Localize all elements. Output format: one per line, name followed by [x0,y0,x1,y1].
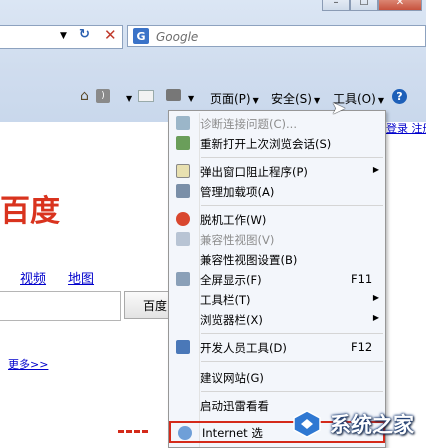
fullscreen-icon [176,272,190,286]
baidu-logo: 百度 [0,194,60,229]
google-icon[interactable]: G [133,28,149,44]
watermark-text: 系统之家 [330,413,414,437]
address-dropdown-icon[interactable]: ▼ [60,31,67,41]
map-link[interactable]: 地图 [68,268,94,287]
menu-item-label: 工具栏(T) [200,293,251,307]
compat-view-icon [176,232,190,246]
addons-icon [176,184,190,198]
menu-item-compat-settings[interactable]: 兼容性视图设置(B) [169,249,385,269]
close-button[interactable]: ✕ [378,0,422,11]
submenu-arrow-icon: ▶ [372,165,379,174]
menu-item-reopen-session[interactable]: 重新打开上次浏览会话(S) [169,133,385,153]
menu-item-label: 兼容性视图(V) [200,233,275,247]
submenu-arrow-icon: ▶ [372,293,379,302]
menu-item-label: 重新打开上次浏览会话(S) [200,137,332,151]
menu-item-diagnose[interactable]: 诊断连接问题(C)... [169,113,385,133]
menu-separator [201,157,383,158]
menu-item-manage-addons[interactable]: 管理加载项(A) [169,181,385,201]
maximize-button[interactable]: ☐ [350,0,378,11]
menu-item-label: 弹出窗口阻止程序(P) [200,165,308,179]
refresh-icon[interactable]: ↻ [79,27,90,42]
window-controls: – ☐ ✕ [322,0,422,11]
work-offline-icon [176,212,190,226]
menu-item-label: 全屏显示(F) [200,273,262,287]
menu-item-compat-view[interactable]: 兼容性视图(V) [169,229,385,249]
highlight-arrow-marker [118,430,148,433]
home-icon[interactable]: ⌂ [80,88,89,104]
feeds-icon[interactable]: ) [96,89,110,103]
page-menu-button[interactable]: 页面(P) ▼ [210,90,259,107]
popup-blocker-icon [176,164,190,178]
menu-separator [201,205,383,206]
menu-item-label: 开发人员工具(D) [200,341,287,355]
more-link[interactable]: 更多>> [8,356,48,372]
submenu-arrow-icon: ▶ [372,313,379,322]
baidu-search-button[interactable]: 百度 [124,291,172,319]
watermark: 系统之家 [240,400,426,448]
mouse-cursor-icon: ➤ [331,98,347,119]
stop-icon[interactable]: ✕ [104,26,117,44]
feeds-dropdown-icon[interactable]: ▼ [124,90,132,104]
tools-dropdown-menu: 诊断连接问题(C)... 重新打开上次浏览会话(S) 弹出窗口阻止程序(P) ▶… [168,110,386,448]
menu-item-work-offline[interactable]: 脱机工作(W) [169,209,385,229]
menu-item-developer-tools[interactable]: 开发人员工具(D) F12 [169,337,385,357]
menu-item-label: 脱机工作(W) [200,213,267,227]
menu-item-popup-blocker[interactable]: 弹出窗口阻止程序(P) ▶ [169,161,385,181]
search-placeholder: Google [156,30,199,44]
mail-icon[interactable] [138,90,154,102]
menu-item-label: 兼容性视图设置(B) [200,253,298,267]
print-icon[interactable] [166,89,181,101]
menu-item-label: 诊断连接问题(C)... [200,117,297,131]
watermark-logo-icon [292,409,322,439]
menu-separator [201,361,383,362]
safety-menu-button[interactable]: 安全(S) ▼ [271,90,320,107]
login-register-links[interactable]: 登录 注册 [386,120,426,136]
minimize-button[interactable]: – [322,0,350,11]
menu-item-label: 建议网站(G) [200,371,264,385]
menu-item-explorer-bars[interactable]: 浏览器栏(X) ▶ [169,309,385,329]
menu-item-toolbars[interactable]: 工具栏(T) ▶ [169,289,385,309]
menu-item-suggested-sites[interactable]: 建议网站(G) [169,367,385,387]
network-diagnose-icon [176,116,190,130]
reopen-session-icon [176,136,190,150]
video-link[interactable]: 视频 [20,268,46,287]
menu-separator [201,391,383,392]
menu-item-label: 浏览器栏(X) [200,313,263,327]
help-icon[interactable]: ? [392,89,407,104]
menu-separator [201,333,383,334]
print-dropdown-icon[interactable]: ▼ [186,90,194,104]
shortcut-label: F11 [351,272,373,286]
baidu-search-input[interactable] [0,291,121,321]
shortcut-label: F12 [351,340,373,354]
developer-tools-icon [176,340,190,354]
menu-item-fullscreen[interactable]: 全屏显示(F) F11 [169,269,385,289]
menu-item-label: 管理加载项(A) [200,185,275,199]
internet-options-icon [178,426,192,440]
